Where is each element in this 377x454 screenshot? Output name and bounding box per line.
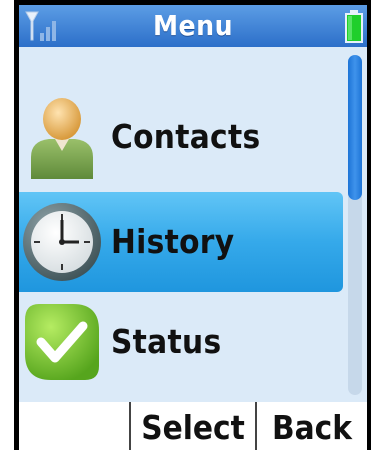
menu-item-label: Contacts xyxy=(111,117,261,156)
menu-item-history[interactable]: History xyxy=(19,192,343,292)
page-title: Menu xyxy=(152,9,234,42)
menu-item-label: Status xyxy=(111,322,222,361)
battery-icon xyxy=(345,10,363,43)
left-softkey[interactable] xyxy=(19,402,129,450)
title-bar: Menu xyxy=(19,5,367,47)
menu-item-status[interactable]: Status xyxy=(19,292,343,392)
menu-item-contacts[interactable]: Contacts xyxy=(19,87,343,187)
clock-icon xyxy=(23,203,101,281)
scrollbar[interactable] xyxy=(348,55,362,395)
back-softkey[interactable]: Back xyxy=(257,402,367,450)
menu-list: Contacts History Status xyxy=(19,47,367,402)
contacts-icon xyxy=(31,98,93,179)
select-softkey[interactable]: Select xyxy=(131,402,255,450)
checkmark-icon xyxy=(25,304,99,380)
softkey-bar: Select Back xyxy=(19,402,367,450)
menu-item-label: History xyxy=(111,222,235,261)
scrollbar-thumb[interactable] xyxy=(348,55,362,200)
